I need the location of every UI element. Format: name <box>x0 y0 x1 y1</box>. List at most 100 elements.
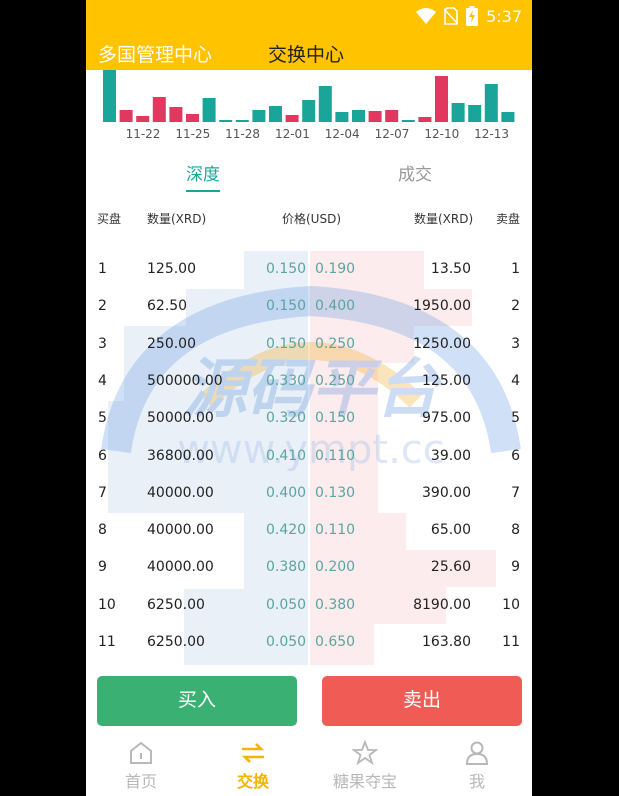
bid-index: 9 <box>98 559 107 576</box>
app-header: 多国管理中心 交换中心 <box>86 30 532 70</box>
nav-me-label: 我 <box>468 772 485 791</box>
buy-button[interactable]: 买入 <box>97 676 297 726</box>
chart-bar <box>368 111 382 122</box>
bid-price: 0.050 <box>266 596 307 613</box>
ask-index: 1 <box>511 261 520 277</box>
bid-quantity: 6250.00 <box>147 634 205 650</box>
order-book-row[interactable]: 7 40000.00 0.400 0.130 390.00 7 <box>86 475 532 512</box>
page-title: 交换中心 <box>268 44 345 66</box>
bottom-navigation: 首页 交换 糖果夺宝 我 <box>86 736 532 796</box>
active-tab-indicator <box>186 190 220 192</box>
ask-quantity: 975.00 <box>422 410 471 427</box>
bid-index: 3 <box>98 335 107 352</box>
chart-bar <box>119 110 133 122</box>
order-book: 源码平台 www.ympt.cc 1 125.00 0.150 0.190 13.50 1… <box>86 251 532 665</box>
bid-quantity: 40000.00 <box>147 484 214 501</box>
header-sell-qty: 数量(XRD) <box>414 212 474 226</box>
bid-index: 4 <box>98 372 107 389</box>
ask-quantity: 163.80 <box>422 634 471 650</box>
ask-quantity: 65.00 <box>430 522 471 539</box>
multi-country-center-link[interactable]: 多国管理中心 <box>98 40 212 67</box>
bid-quantity: 50000.00 <box>147 410 214 427</box>
ask-quantity: 390.00 <box>422 484 471 501</box>
x-tick-label: 12-10 <box>424 127 459 141</box>
ask-index: 5 <box>511 410 520 427</box>
order-book-row[interactable]: 3 250.00 0.150 0.250 1250.00 3 <box>86 326 532 363</box>
order-book-row[interactable]: 6 36800.00 0.410 0.110 39.00 6 <box>86 438 532 475</box>
status-time: 5:37 <box>486 6 522 26</box>
star-icon <box>352 740 378 766</box>
chart-bar <box>152 97 166 122</box>
ask-quantity: 125.00 <box>422 372 471 389</box>
order-book-row[interactable]: 10 6250.00 0.050 0.380 8190.00 10 <box>86 587 532 624</box>
bid-index: 1 <box>98 261 107 277</box>
order-book-row[interactable]: 11 6250.00 0.050 0.650 163.80 11 <box>86 624 532 661</box>
chart-bar <box>335 112 349 122</box>
exchange-screen: 5:37 多国管理中心 交换中心 11-22 11-25 11-28 12-01 12-… <box>86 0 532 796</box>
bid-index: 11 <box>98 634 116 650</box>
order-book-header: 买盘 数量(XRD) 价格(USD) 数量(XRD) 卖盘 <box>86 208 532 228</box>
header-sell: 卖盘 <box>496 212 521 226</box>
nav-candy[interactable]: 糖果夺宝 <box>315 740 415 792</box>
order-book-row[interactable]: 1 125.00 0.150 0.190 13.50 1 <box>86 251 532 288</box>
order-book-row[interactable]: 8 40000.00 0.420 0.110 65.00 8 <box>86 512 532 549</box>
bid-index: 8 <box>98 522 107 539</box>
order-book-row[interactable]: 9 40000.00 0.380 0.200 25.60 9 <box>86 549 532 586</box>
nav-candy-label: 糖果夺宝 <box>332 772 397 791</box>
ask-price: 0.190 <box>315 261 356 277</box>
exchange-icon <box>241 743 265 763</box>
bid-quantity: 36800.00 <box>147 447 214 464</box>
no-sim-icon <box>444 7 459 25</box>
nav-me[interactable]: 我 <box>427 740 527 792</box>
ask-price: 0.150 <box>315 410 356 427</box>
bid-price: 0.150 <box>266 261 307 277</box>
nav-exchange[interactable]: 交换 <box>203 740 303 792</box>
sell-button[interactable]: 卖出 <box>322 676 522 726</box>
tab-trades[interactable]: 成交 <box>398 160 432 185</box>
ask-price: 0.130 <box>315 484 356 501</box>
nav-home[interactable]: 首页 <box>91 740 191 792</box>
bid-quantity: 125.00 <box>147 261 196 277</box>
bid-index: 10 <box>98 596 116 613</box>
ask-index: 2 <box>511 298 520 315</box>
chart-bar <box>136 116 150 122</box>
x-tick-label: 12-01 <box>275 127 310 141</box>
chart-bar <box>435 76 448 122</box>
bid-price: 0.380 <box>266 559 307 576</box>
chart-bar <box>103 70 116 122</box>
chart-bar <box>285 115 299 122</box>
ask-index: 3 <box>511 335 520 352</box>
nav-exchange-label: 交换 <box>236 772 269 791</box>
chart-bar <box>186 114 199 122</box>
ask-price: 0.110 <box>315 447 356 464</box>
chart-bar <box>418 117 432 122</box>
order-book-row[interactable]: 5 50000.00 0.320 0.150 975.00 5 <box>86 400 532 437</box>
ask-price: 0.110 <box>315 522 356 539</box>
ask-index: 10 <box>502 596 520 613</box>
bid-quantity: 500000.00 <box>147 372 223 389</box>
x-tick-label: 11-22 <box>126 127 161 141</box>
chart-bar <box>252 110 266 122</box>
chart-bar <box>401 120 415 122</box>
ask-quantity: 39.00 <box>430 447 471 464</box>
order-book-row[interactable]: 4 500000.00 0.330 0.250 125.00 4 <box>86 363 532 400</box>
ask-quantity: 13.50 <box>430 261 471 277</box>
ask-price: 0.380 <box>315 596 356 613</box>
bid-price: 0.150 <box>266 335 307 352</box>
bid-index: 6 <box>98 447 107 464</box>
chart-bar <box>468 105 482 122</box>
bid-quantity: 40000.00 <box>147 522 214 539</box>
bid-price: 0.150 <box>266 298 307 315</box>
ask-index: 8 <box>511 522 520 539</box>
battery-charging-icon <box>466 6 479 26</box>
header-buy-qty: 数量(XRD) <box>147 212 207 226</box>
home-icon <box>130 741 152 764</box>
tab-depth[interactable]: 深度 <box>186 160 220 185</box>
bid-price: 0.420 <box>266 522 307 539</box>
header-buy: 买盘 <box>97 212 122 226</box>
bid-quantity: 250.00 <box>147 335 196 352</box>
order-book-row[interactable]: 2 62.50 0.150 0.400 1950.00 2 <box>86 288 532 325</box>
ask-index: 6 <box>511 447 520 464</box>
chart-bar <box>202 98 216 122</box>
chart-bar <box>302 100 316 122</box>
